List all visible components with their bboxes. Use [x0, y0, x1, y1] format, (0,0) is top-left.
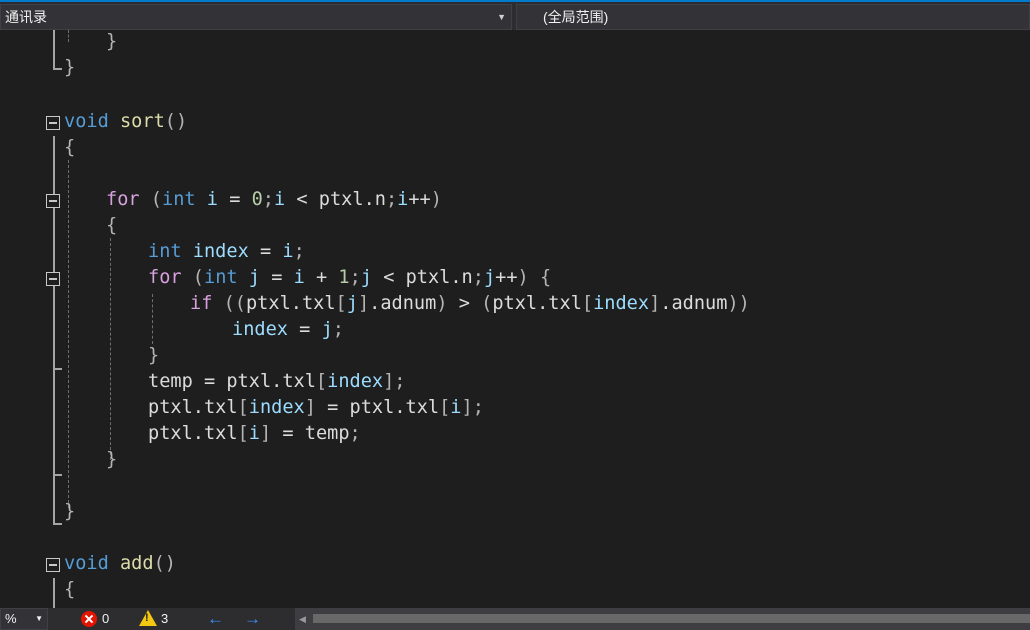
scrollbar-thumb[interactable]: [313, 614, 1030, 623]
code-line-19: }: [64, 501, 76, 522]
navigate-forward-icon[interactable]: →: [244, 608, 261, 630]
navigation-bar: 通讯录 ▼ (全局范围): [0, 0, 1030, 30]
index-declaration: int index = i;: [148, 241, 305, 262]
code-line-if: if ((ptxl.txl[j].adnum) > (ptxl.txl[inde…: [0, 291, 1030, 317]
editor-status-bar: % ▼ 0 ! 3 ← → ◀: [0, 608, 1030, 630]
zoom-dropdown[interactable]: % ▼: [0, 608, 48, 630]
swap-assignment-1: ptxl.txl[index] = ptxl.txl[i];: [148, 397, 484, 418]
code-line-2: }: [64, 57, 76, 78]
code-line-index-decl: int index = i;: [0, 239, 1030, 265]
code-line-swap-1: ptxl.txl[index] = ptxl.txl[i];: [0, 395, 1030, 421]
code-line-8: {: [106, 215, 118, 236]
project-dropdown-value: 通讯录: [5, 9, 47, 25]
inner-for-statement: for (int j = i + 1;j < ptxl.n;j++) {: [148, 267, 552, 288]
scope-dropdown-value: (全局范围): [543, 9, 609, 25]
code-line-22: {: [64, 579, 76, 600]
outer-for-statement: for (int i = 0;i < ptxl.n;i++): [106, 189, 442, 210]
zoom-value: %: [5, 611, 17, 626]
code-editor[interactable]: } } void sort() { for (int i = 0;i < ptx…: [0, 30, 1030, 608]
code-line-17: }: [106, 449, 118, 470]
scroll-left-icon[interactable]: ◀: [299, 608, 306, 630]
chevron-down-icon: ▼: [497, 12, 506, 22]
add-function-signature: void add(): [64, 553, 176, 574]
chevron-down-icon: ▼: [35, 614, 43, 623]
code-line-sort-signature: void sort(): [0, 109, 1030, 135]
code-line-inner-for: for (int j = i + 1;j < ptxl.n;j++) {: [0, 265, 1030, 291]
code-line-swap-2: ptxl.txl[i] = temp;: [0, 421, 1030, 447]
horizontal-scrollbar[interactable]: ◀: [295, 608, 1030, 630]
if-statement: if ((ptxl.txl[j].adnum) > (ptxl.txl[inde…: [190, 293, 750, 314]
code-line-assign-index: index = j;: [0, 317, 1030, 343]
error-circle-icon[interactable]: [81, 611, 97, 627]
code-line-13: }: [148, 345, 160, 366]
index-assignment: index = j;: [232, 319, 344, 340]
sort-function-signature: void sort(): [64, 111, 188, 132]
warning-triangle-icon[interactable]: !: [139, 610, 157, 626]
project-dropdown[interactable]: 通讯录 ▼: [0, 4, 512, 30]
warning-count[interactable]: 3: [161, 610, 168, 628]
code-line-temp: temp = ptxl.txl[index];: [0, 369, 1030, 395]
temp-assignment: temp = ptxl.txl[index];: [148, 371, 406, 392]
scope-dropdown[interactable]: (全局范围): [516, 4, 1030, 30]
code-line-1: }: [106, 31, 118, 52]
code-line-outer-for: for (int i = 0;i < ptxl.n;i++): [0, 187, 1030, 213]
code-line-add-signature: void add(): [0, 551, 1030, 577]
code-line-5: {: [64, 137, 76, 158]
swap-assignment-2: ptxl.txl[i] = temp;: [148, 423, 361, 444]
outline-end: [53, 474, 62, 476]
error-count[interactable]: 0: [102, 610, 109, 628]
navigate-backward-icon[interactable]: ←: [207, 608, 224, 630]
